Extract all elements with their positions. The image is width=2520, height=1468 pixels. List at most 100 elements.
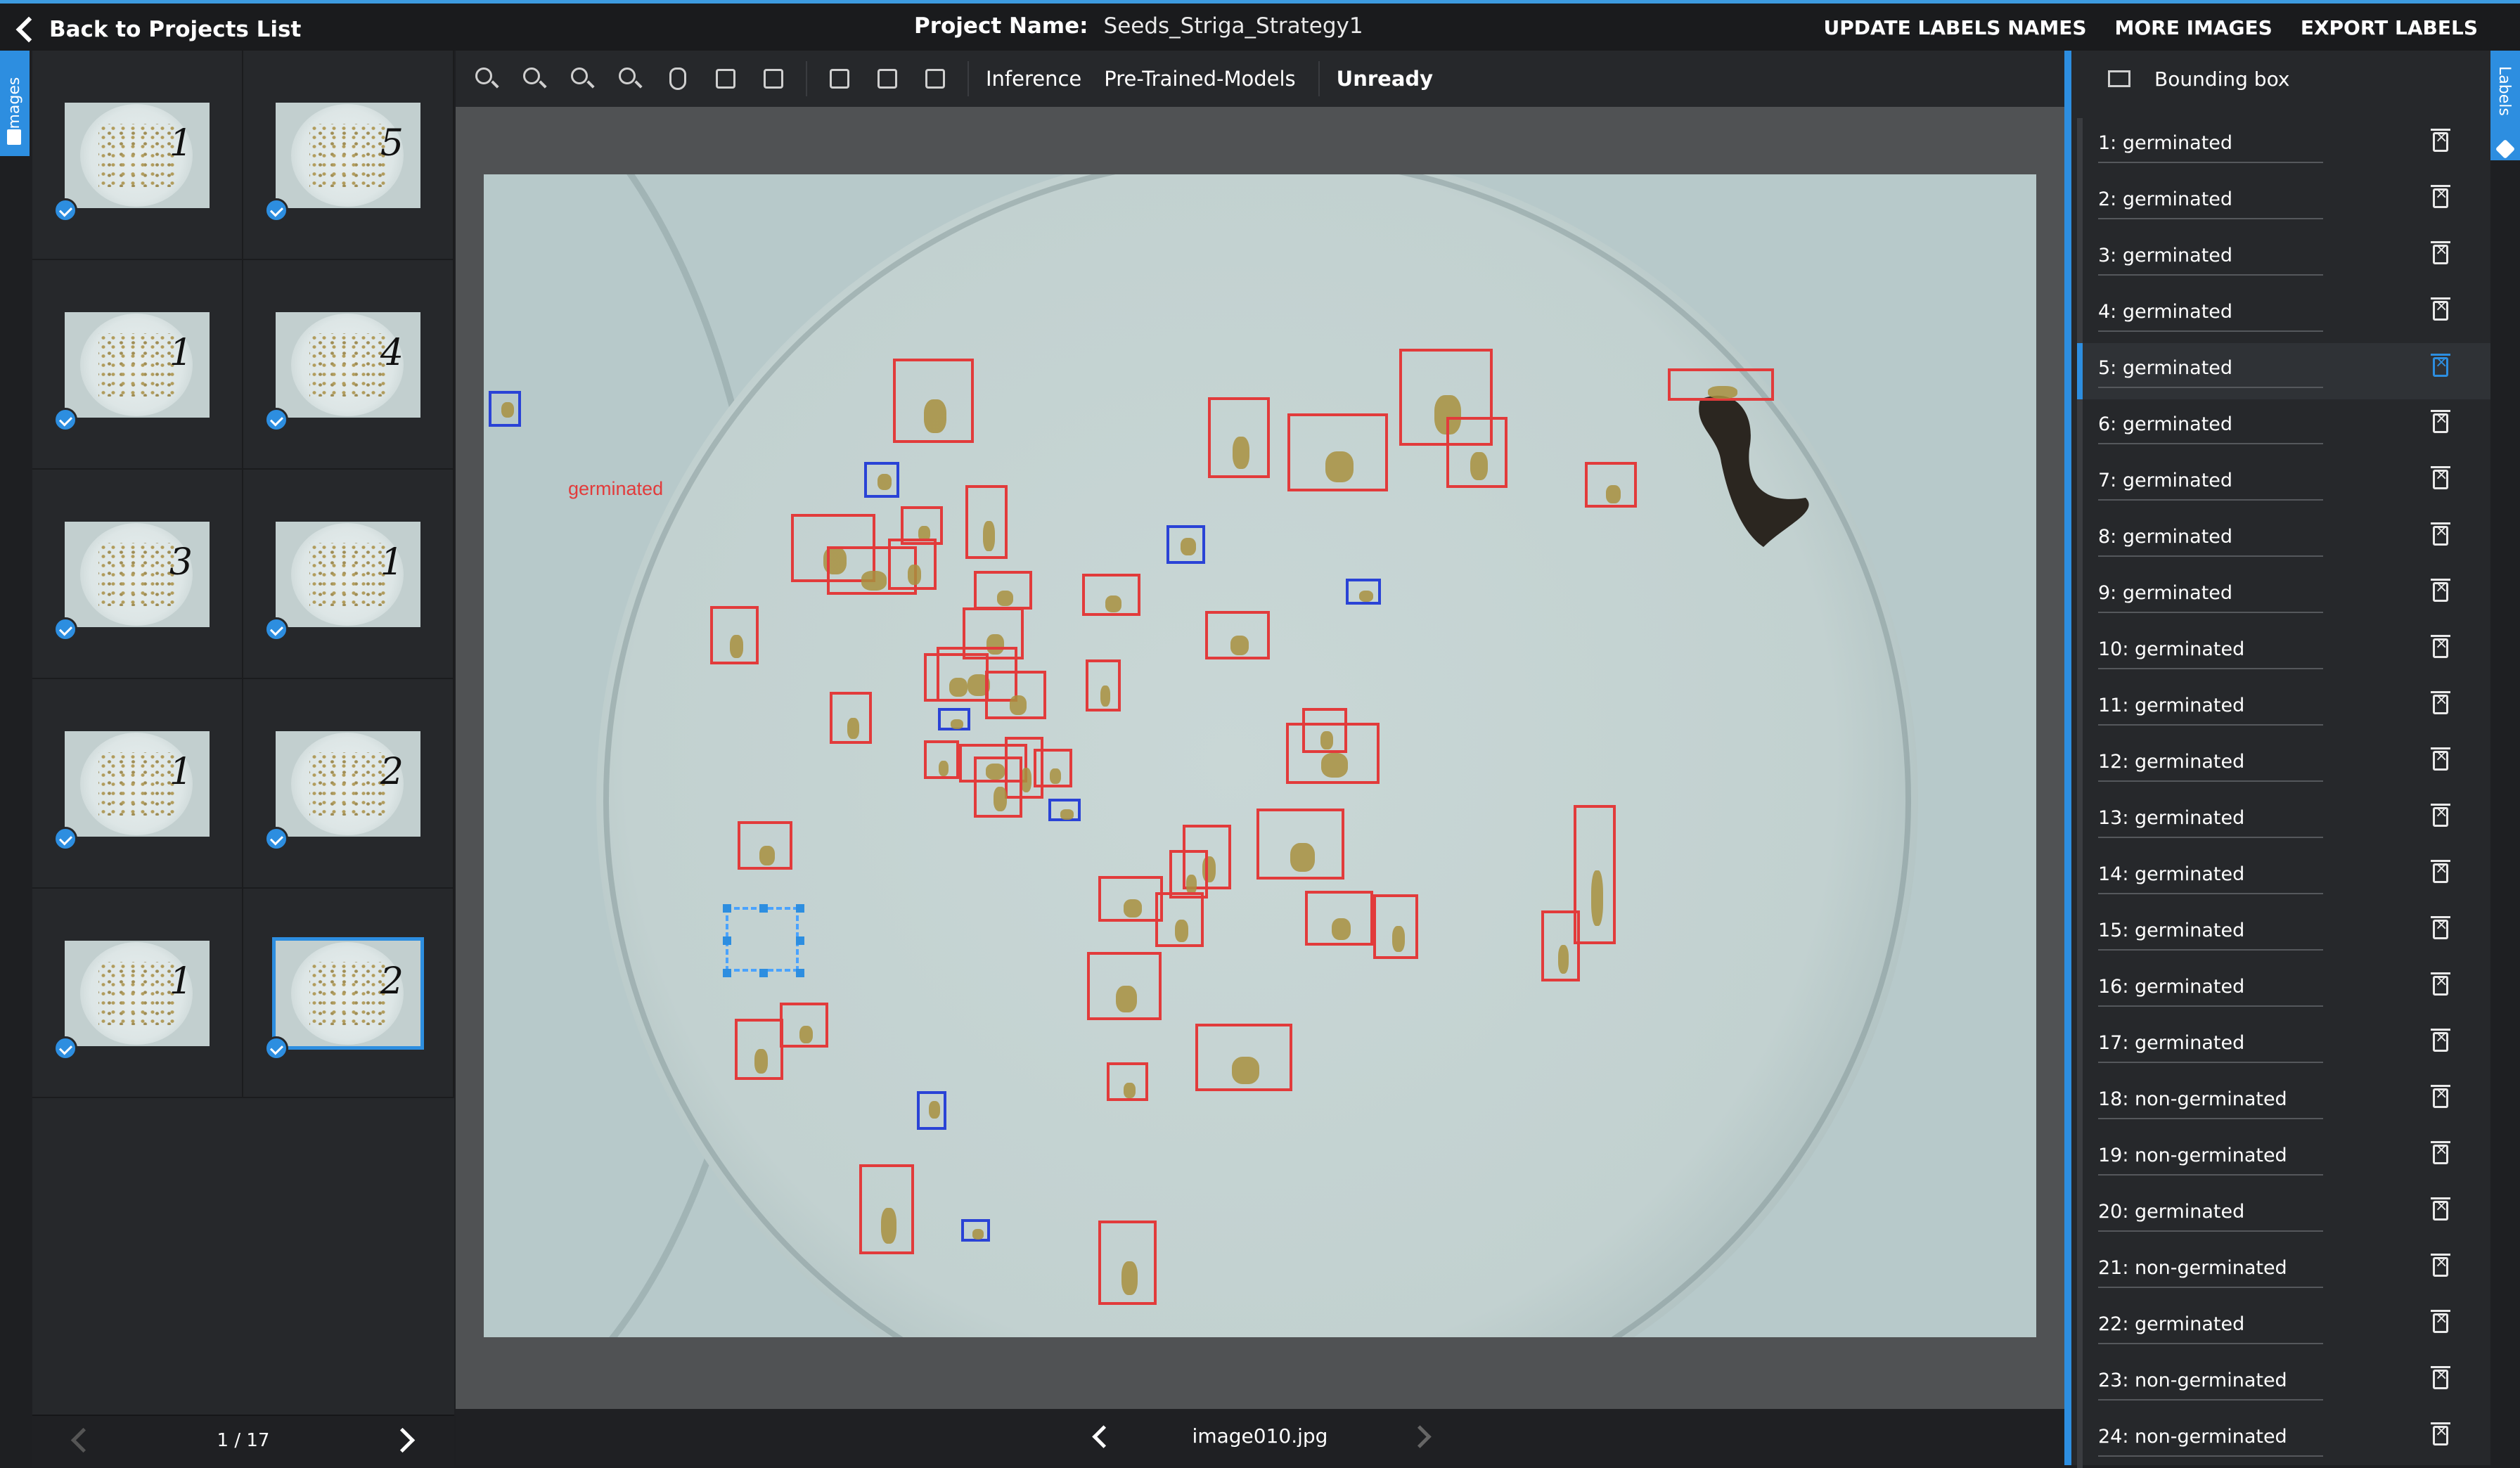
export-labels-button[interactable]: EXPORT LABELS bbox=[2301, 16, 2478, 39]
germinated-bounding-box[interactable] bbox=[1098, 1221, 1157, 1305]
thumbnail-item[interactable]: 2 bbox=[243, 679, 454, 889]
germinated-bounding-box[interactable] bbox=[1086, 952, 1162, 1020]
germinated-bounding-box[interactable] bbox=[892, 359, 974, 443]
non-germinated-bounding-box[interactable] bbox=[960, 1218, 990, 1242]
resize-handle[interactable] bbox=[796, 904, 804, 913]
more-images-button[interactable]: MORE IMAGES bbox=[2114, 16, 2272, 39]
pan-hand-icon[interactable] bbox=[662, 63, 693, 94]
label-list-item[interactable]: 20: germinated bbox=[2077, 1187, 2490, 1243]
label-list-item[interactable]: 14: germinated bbox=[2077, 849, 2490, 906]
germinated-bounding-box[interactable] bbox=[1034, 748, 1073, 787]
non-germinated-bounding-box[interactable] bbox=[1345, 579, 1382, 605]
delete-label-icon[interactable] bbox=[2431, 1310, 2450, 1333]
germinated-bounding-box[interactable] bbox=[859, 1164, 914, 1255]
delete-label-icon[interactable] bbox=[2431, 1254, 2450, 1277]
label-list-item[interactable]: 2: germinated bbox=[2077, 174, 2490, 231]
label-list-item[interactable]: 3: germinated bbox=[2077, 231, 2490, 287]
thumbnail-item[interactable]: 1 bbox=[32, 889, 243, 1098]
germinated-bounding-box[interactable] bbox=[1373, 894, 1419, 959]
thumbnail-item[interactable]: 1 bbox=[243, 470, 454, 679]
non-germinated-bounding-box[interactable] bbox=[488, 391, 521, 427]
germinated-bounding-box[interactable] bbox=[1155, 892, 1204, 948]
resize-handle[interactable] bbox=[759, 969, 768, 977]
germinated-bounding-box[interactable] bbox=[1287, 413, 1388, 491]
delete-label-icon[interactable] bbox=[2431, 129, 2450, 152]
label-list-item[interactable]: 11: germinated bbox=[2077, 681, 2490, 737]
delete-label-icon[interactable] bbox=[2431, 466, 2450, 489]
resize-handle[interactable] bbox=[759, 904, 768, 913]
delete-label-icon[interactable] bbox=[2431, 185, 2450, 208]
labels-tab[interactable]: Labels bbox=[2490, 51, 2520, 160]
non-germinated-bounding-box[interactable] bbox=[938, 708, 971, 731]
label-list-item[interactable]: 5: germinated bbox=[2077, 343, 2490, 399]
label-list-item[interactable]: 4: germinated bbox=[2077, 287, 2490, 343]
germinated-bounding-box[interactable] bbox=[1256, 808, 1344, 880]
germinated-bounding-box[interactable] bbox=[923, 740, 960, 780]
germinated-bounding-box[interactable] bbox=[965, 484, 1008, 560]
zoom-out-icon[interactable] bbox=[519, 63, 550, 94]
delete-label-icon[interactable] bbox=[2431, 354, 2450, 377]
germinated-bounding-box[interactable] bbox=[1169, 850, 1209, 899]
germinated-bounding-box[interactable] bbox=[1446, 417, 1508, 489]
label-list-item[interactable]: 13: germinated bbox=[2077, 793, 2490, 849]
germinated-bounding-box[interactable] bbox=[779, 1002, 828, 1048]
germinated-bounding-box[interactable] bbox=[923, 652, 989, 702]
delete-label-icon[interactable] bbox=[2431, 916, 2450, 939]
save-icon[interactable] bbox=[872, 63, 903, 94]
germinated-bounding-box[interactable] bbox=[888, 538, 937, 591]
label-list-item[interactable]: 9: germinated bbox=[2077, 568, 2490, 624]
resize-handle[interactable] bbox=[723, 969, 731, 977]
label-list-item[interactable]: 16: germinated bbox=[2077, 962, 2490, 1018]
delete-icon[interactable] bbox=[824, 63, 855, 94]
germinated-bounding-box[interactable] bbox=[1085, 659, 1121, 712]
thumbnail-item[interactable]: 3 bbox=[32, 470, 243, 679]
delete-label-icon[interactable] bbox=[2431, 1197, 2450, 1221]
delete-label-icon[interactable] bbox=[2431, 522, 2450, 546]
reject-icon[interactable] bbox=[758, 63, 789, 94]
germinated-bounding-box[interactable] bbox=[1208, 397, 1270, 479]
thumbnail-item[interactable]: 5 bbox=[243, 51, 454, 260]
zoom-in-icon[interactable] bbox=[471, 63, 502, 94]
label-list-item[interactable]: 7: germinated bbox=[2077, 456, 2490, 512]
images-tab[interactable]: Images bbox=[0, 51, 30, 156]
accept-icon[interactable] bbox=[710, 63, 741, 94]
germinated-bounding-box[interactable] bbox=[973, 756, 1022, 818]
bounding-box-tool[interactable]: Bounding box bbox=[2071, 51, 2490, 107]
germinated-bounding-box[interactable] bbox=[1195, 1023, 1292, 1092]
zoom-reset-icon[interactable] bbox=[567, 63, 598, 94]
label-list-item[interactable]: 6: germinated bbox=[2077, 399, 2490, 456]
delete-label-icon[interactable] bbox=[2431, 747, 2450, 771]
back-to-projects-link[interactable]: Back to Projects List bbox=[13, 12, 301, 47]
germinated-bounding-box[interactable] bbox=[985, 671, 1047, 720]
delete-label-icon[interactable] bbox=[2431, 860, 2450, 883]
resize-handle[interactable] bbox=[796, 969, 804, 977]
germinated-bounding-box[interactable] bbox=[1106, 1062, 1149, 1101]
resize-handle[interactable] bbox=[796, 936, 804, 945]
delete-label-icon[interactable] bbox=[2431, 579, 2450, 602]
selected-bounding-box[interactable] bbox=[723, 904, 804, 977]
non-germinated-bounding-box[interactable] bbox=[1166, 525, 1205, 565]
thumbnail-item[interactable]: 2 bbox=[243, 889, 454, 1098]
non-germinated-bounding-box[interactable] bbox=[863, 462, 900, 498]
delete-label-icon[interactable] bbox=[2431, 1366, 2450, 1389]
label-list-item[interactable]: 21: non-germinated bbox=[2077, 1243, 2490, 1299]
petri-dish-image[interactable]: germinated bbox=[484, 174, 2036, 1337]
label-list-item[interactable]: 18: non-germinated bbox=[2077, 1074, 2490, 1131]
label-list-item[interactable]: 23: non-germinated bbox=[2077, 1356, 2490, 1412]
delete-label-icon[interactable] bbox=[2431, 635, 2450, 658]
delete-label-icon[interactable] bbox=[2431, 972, 2450, 996]
zoom-fit-icon[interactable] bbox=[615, 63, 645, 94]
label-list-item[interactable]: 1: germinated bbox=[2077, 118, 2490, 174]
germinated-bounding-box[interactable] bbox=[1585, 462, 1637, 508]
germinated-bounding-box[interactable] bbox=[1305, 890, 1373, 946]
germinated-bounding-box[interactable] bbox=[1285, 722, 1380, 785]
non-germinated-bounding-box[interactable] bbox=[1048, 798, 1081, 821]
germinated-bounding-box[interactable] bbox=[1541, 910, 1581, 981]
germinated-bounding-box[interactable] bbox=[1082, 574, 1140, 616]
delete-label-icon[interactable] bbox=[2431, 804, 2450, 827]
label-list-item[interactable]: 24: non-germinated bbox=[2077, 1412, 2490, 1468]
delete-label-icon[interactable] bbox=[2431, 1422, 2450, 1446]
thumbnail-item[interactable]: 1 bbox=[32, 51, 243, 260]
label-list-item[interactable]: 19: non-germinated bbox=[2077, 1131, 2490, 1187]
germinated-bounding-box[interactable] bbox=[738, 821, 793, 870]
